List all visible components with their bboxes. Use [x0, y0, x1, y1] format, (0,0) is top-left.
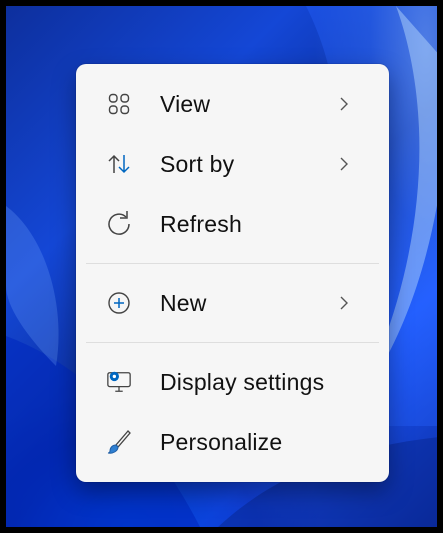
menu-item-label: View: [160, 90, 211, 117]
menu-item-display-settings[interactable]: Display settings: [76, 352, 389, 412]
menu-item-refresh[interactable]: Refresh: [76, 194, 389, 254]
menu-item-label: New: [160, 289, 207, 316]
menu-item-personalize[interactable]: Personalize: [76, 412, 389, 472]
menu-item-sort-by[interactable]: Sort by: [76, 134, 389, 194]
menu-item-label: Refresh: [160, 210, 242, 237]
refresh-icon: [106, 211, 132, 237]
sort-arrows-icon: [106, 151, 132, 177]
menu-item-label: Sort by: [160, 150, 235, 177]
brush-icon: [106, 429, 132, 455]
display-settings-icon: [106, 369, 132, 395]
chevron-right-icon: [337, 155, 351, 173]
menu-separator: [86, 342, 379, 343]
grid-icon: [106, 91, 132, 117]
chevron-right-icon: [337, 95, 351, 113]
menu-item-new[interactable]: New: [76, 273, 389, 333]
screenshot-frame: View Sort by Refresh New Display setting…: [0, 0, 443, 533]
chevron-right-icon: [337, 294, 351, 312]
desktop-context-menu: View Sort by Refresh New Display setting…: [76, 64, 389, 482]
menu-item-label: Display settings: [160, 368, 325, 395]
menu-item-view[interactable]: View: [76, 74, 389, 134]
menu-item-label: Personalize: [160, 428, 283, 455]
plus-circle-icon: [106, 290, 132, 316]
menu-separator: [86, 263, 379, 264]
